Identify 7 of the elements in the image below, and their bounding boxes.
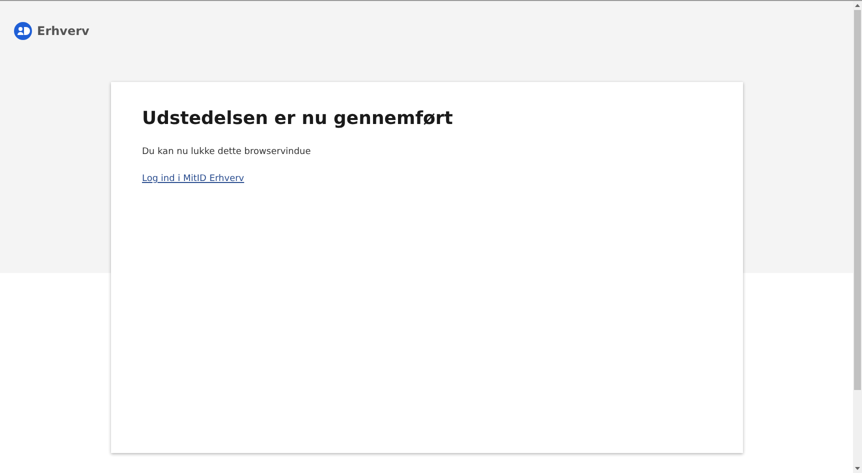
brand-name: Erhverv: [37, 24, 90, 38]
scroll-thumb[interactable]: [854, 10, 861, 390]
logo-icon: [14, 22, 32, 40]
login-link[interactable]: Log ind i MitID Erhverv: [142, 174, 244, 184]
scrollbar[interactable]: [853, 1, 862, 473]
message-text: Du kan nu lukke dette browservindue: [142, 147, 311, 157]
page-title: Udstedelsen er nu gennemført: [142, 108, 453, 129]
